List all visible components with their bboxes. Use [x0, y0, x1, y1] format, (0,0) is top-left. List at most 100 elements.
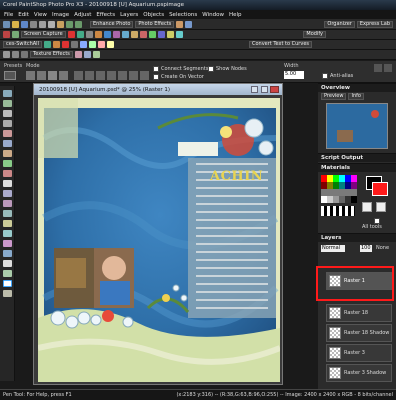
undo-icon[interactable]: [66, 20, 73, 28]
redo-icon[interactable]: [75, 20, 82, 28]
layer-item-raster-18-shadow[interactable]: Raster 18 Shadow: [326, 324, 392, 342]
ruler-icon[interactable]: [21, 51, 28, 58]
layer-item-raster-3[interactable]: Raster 3: [326, 344, 392, 362]
dodge-tool-icon[interactable]: [3, 200, 12, 207]
anti-alias-checkbox[interactable]: [322, 73, 328, 79]
copy-icon[interactable]: [48, 20, 55, 28]
cut-icon[interactable]: [39, 20, 46, 28]
zoom-tool-icon[interactable]: [3, 100, 12, 107]
record-icon[interactable]: [67, 31, 75, 38]
preview-tab[interactable]: Preview: [321, 93, 347, 100]
move-tool-icon[interactable]: [3, 120, 12, 127]
doc-minimize-icon[interactable]: [251, 86, 258, 93]
pause-icon[interactable]: [70, 41, 78, 48]
smudge-tool-icon[interactable]: [3, 210, 12, 217]
image-canvas[interactable]: ACHIN: [38, 98, 280, 382]
line-mode-icon[interactable]: [26, 71, 35, 80]
layer-item-raster-18[interactable]: Raster 18: [326, 304, 392, 322]
express-lab-button[interactable]: Express Lab: [356, 20, 393, 28]
preset-shape-tool-icon[interactable]: [3, 270, 12, 277]
illumination-icon[interactable]: [148, 31, 156, 38]
close-path-icon[interactable]: [107, 71, 116, 80]
menu-help[interactable]: Help: [229, 12, 242, 18]
artistic-icon[interactable]: [112, 31, 120, 38]
layer-delete-icon[interactable]: [97, 41, 105, 48]
dropper-tool-icon[interactable]: [3, 140, 12, 147]
distortion-icon[interactable]: [121, 31, 129, 38]
emboss-icon[interactable]: [83, 51, 91, 58]
menu-image[interactable]: Image: [52, 12, 69, 18]
open-folder-icon[interactable]: [12, 20, 19, 28]
photo-effects-button[interactable]: Photo Effects: [135, 20, 175, 28]
segment-type-icon[interactable]: [74, 71, 83, 80]
create-on-vector-checkbox[interactable]: [153, 74, 159, 80]
blinds-icon[interactable]: [74, 51, 82, 58]
reverse-path-icon[interactable]: [118, 71, 127, 80]
picture-tube-tool-icon[interactable]: [3, 230, 12, 237]
connect-segments-checkbox[interactable]: [153, 66, 159, 72]
texture-strip[interactable]: [321, 206, 355, 216]
pan-tool-icon[interactable]: [3, 90, 12, 97]
texture-effects-button[interactable]: Texture Effects: [30, 51, 73, 58]
blend-mode-dropdown[interactable]: Normal: [321, 245, 345, 252]
pick-tool-icon[interactable]: [3, 110, 12, 117]
fur-icon[interactable]: [92, 51, 100, 58]
enhance-photo-button[interactable]: Enhance Photo: [90, 20, 134, 28]
color-replacer-tool-icon[interactable]: [3, 240, 12, 247]
clone-brush-tool-icon[interactable]: [3, 190, 12, 197]
menu-window[interactable]: Window: [202, 12, 224, 18]
start-recording-icon[interactable]: [61, 41, 69, 48]
opacity-field[interactable]: 100: [360, 245, 372, 252]
doc-close-icon[interactable]: [270, 86, 279, 93]
script-select-dropdown[interactable]: ces-SwitchAll: [3, 41, 42, 48]
break-icon[interactable]: [129, 71, 138, 80]
stop-icon[interactable]: [85, 31, 93, 38]
layer-item-raster-3-shadow[interactable]: Raster 3 Shadow: [326, 364, 392, 382]
blur-icon[interactable]: [103, 31, 111, 38]
geometric-icon[interactable]: [139, 31, 147, 38]
edit-mode-icon[interactable]: [59, 71, 68, 80]
help-icon[interactable]: [185, 20, 193, 28]
print-icon[interactable]: [30, 20, 37, 28]
grid-icon[interactable]: [3, 51, 10, 58]
point-mode-icon[interactable]: [37, 71, 46, 80]
pen-preset-icon[interactable]: [4, 71, 16, 80]
organizer-button[interactable]: Organizer: [324, 20, 355, 28]
user-defined-icon[interactable]: [175, 31, 183, 38]
menu-file[interactable]: File: [4, 12, 13, 18]
convert-text-button[interactable]: Convert Text to Curves: [248, 41, 312, 48]
menu-layers[interactable]: Layers: [120, 12, 138, 18]
delete-icon[interactable]: [176, 20, 184, 28]
save-icon[interactable]: [21, 20, 28, 28]
guide-icon[interactable]: [12, 51, 19, 58]
layer-new-icon[interactable]: [79, 41, 87, 48]
width-input[interactable]: 5.00: [284, 71, 304, 79]
flood-fill-tool-icon[interactable]: [3, 250, 12, 257]
expand-icon[interactable]: [374, 64, 382, 72]
contour-icon[interactable]: [96, 71, 105, 80]
pen-tool-icon[interactable]: [3, 280, 12, 287]
background-pattern-swatch[interactable]: [376, 202, 386, 212]
doc-maximize-icon[interactable]: [261, 86, 268, 93]
foreground-pattern-swatch[interactable]: [362, 202, 372, 212]
texture-icon[interactable]: [166, 31, 174, 38]
show-nodes-checkbox[interactable]: [208, 66, 214, 72]
overview-thumbnail[interactable]: [326, 103, 388, 149]
menu-objects[interactable]: Objects: [143, 12, 164, 18]
palette-close-icon[interactable]: [384, 64, 392, 72]
selection-tool-icon[interactable]: [3, 130, 12, 137]
new-file-icon[interactable]: [3, 20, 10, 28]
crop-tool-icon[interactable]: [3, 150, 12, 157]
modify-dropdown[interactable]: Modify: [303, 31, 326, 38]
color-swatch-grid[interactable]: [321, 175, 357, 203]
warp-brush-tool-icon[interactable]: [3, 290, 12, 297]
info-tab[interactable]: Info: [348, 93, 364, 100]
menu-selections[interactable]: Selections: [169, 12, 197, 18]
effect-browser-icon[interactable]: [94, 31, 102, 38]
menu-edit[interactable]: Edit: [18, 12, 29, 18]
paste-icon[interactable]: [57, 20, 64, 28]
freehand-mode-icon[interactable]: [48, 71, 57, 80]
red-eye-icon[interactable]: [3, 31, 10, 38]
reflection-icon[interactable]: [157, 31, 165, 38]
menu-adjust[interactable]: Adjust: [74, 12, 91, 18]
